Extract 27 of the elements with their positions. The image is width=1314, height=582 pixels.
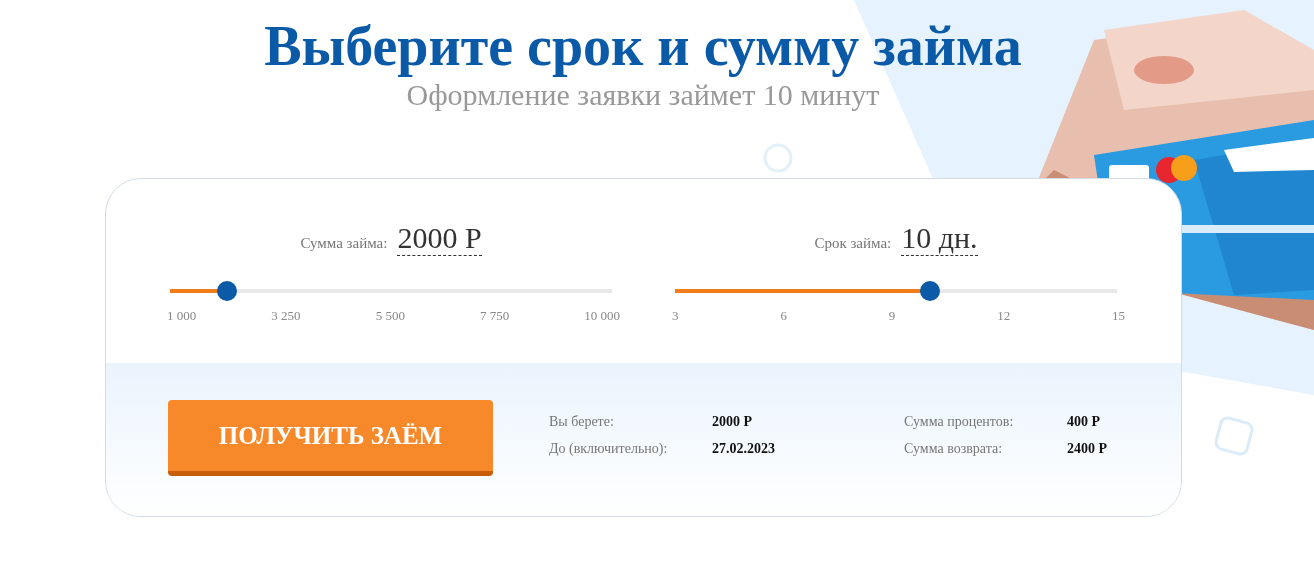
- ring-icon: [762, 142, 794, 174]
- summary-value: 2000 Р: [712, 414, 754, 430]
- slider-value[interactable]: 2000 Р: [397, 221, 482, 256]
- summary-value: 400 Р: [1067, 414, 1102, 430]
- tick-label: 9: [888, 308, 896, 324]
- page-subtitle: Оформление заявки займет 10 минут: [406, 78, 880, 112]
- tick-label: 12: [997, 308, 1011, 324]
- summary-value: 27.02.2023: [712, 441, 776, 457]
- tick-label: 3: [672, 308, 679, 324]
- tick-label: 3 250: [271, 308, 301, 324]
- slider-label: Срок займа:: [814, 235, 892, 252]
- tick-label: 5 500: [375, 308, 405, 324]
- page-title: Выберите срок и сумму займа: [264, 14, 1022, 78]
- tick-label: 6: [780, 308, 787, 324]
- tick-label: 1 000: [167, 308, 197, 324]
- slider-thumb[interactable]: [920, 281, 941, 301]
- slider-value[interactable]: 10 дн.: [901, 221, 978, 256]
- summary-label: До (включительно):: [549, 441, 669, 457]
- slider-label: Сумма займа:: [300, 235, 388, 252]
- summary-label: Сумма возврата:: [904, 441, 1004, 457]
- slider-thumb[interactable]: [217, 281, 238, 301]
- tick-label: 7 750: [479, 308, 510, 324]
- tick-label: 10 000: [584, 308, 620, 324]
- summary-label: Сумма процентов:: [904, 414, 1015, 430]
- summary-value: 2400 Р: [1067, 441, 1108, 457]
- tick-label: 15: [1112, 308, 1125, 324]
- summary-label: Вы берете:: [549, 414, 615, 430]
